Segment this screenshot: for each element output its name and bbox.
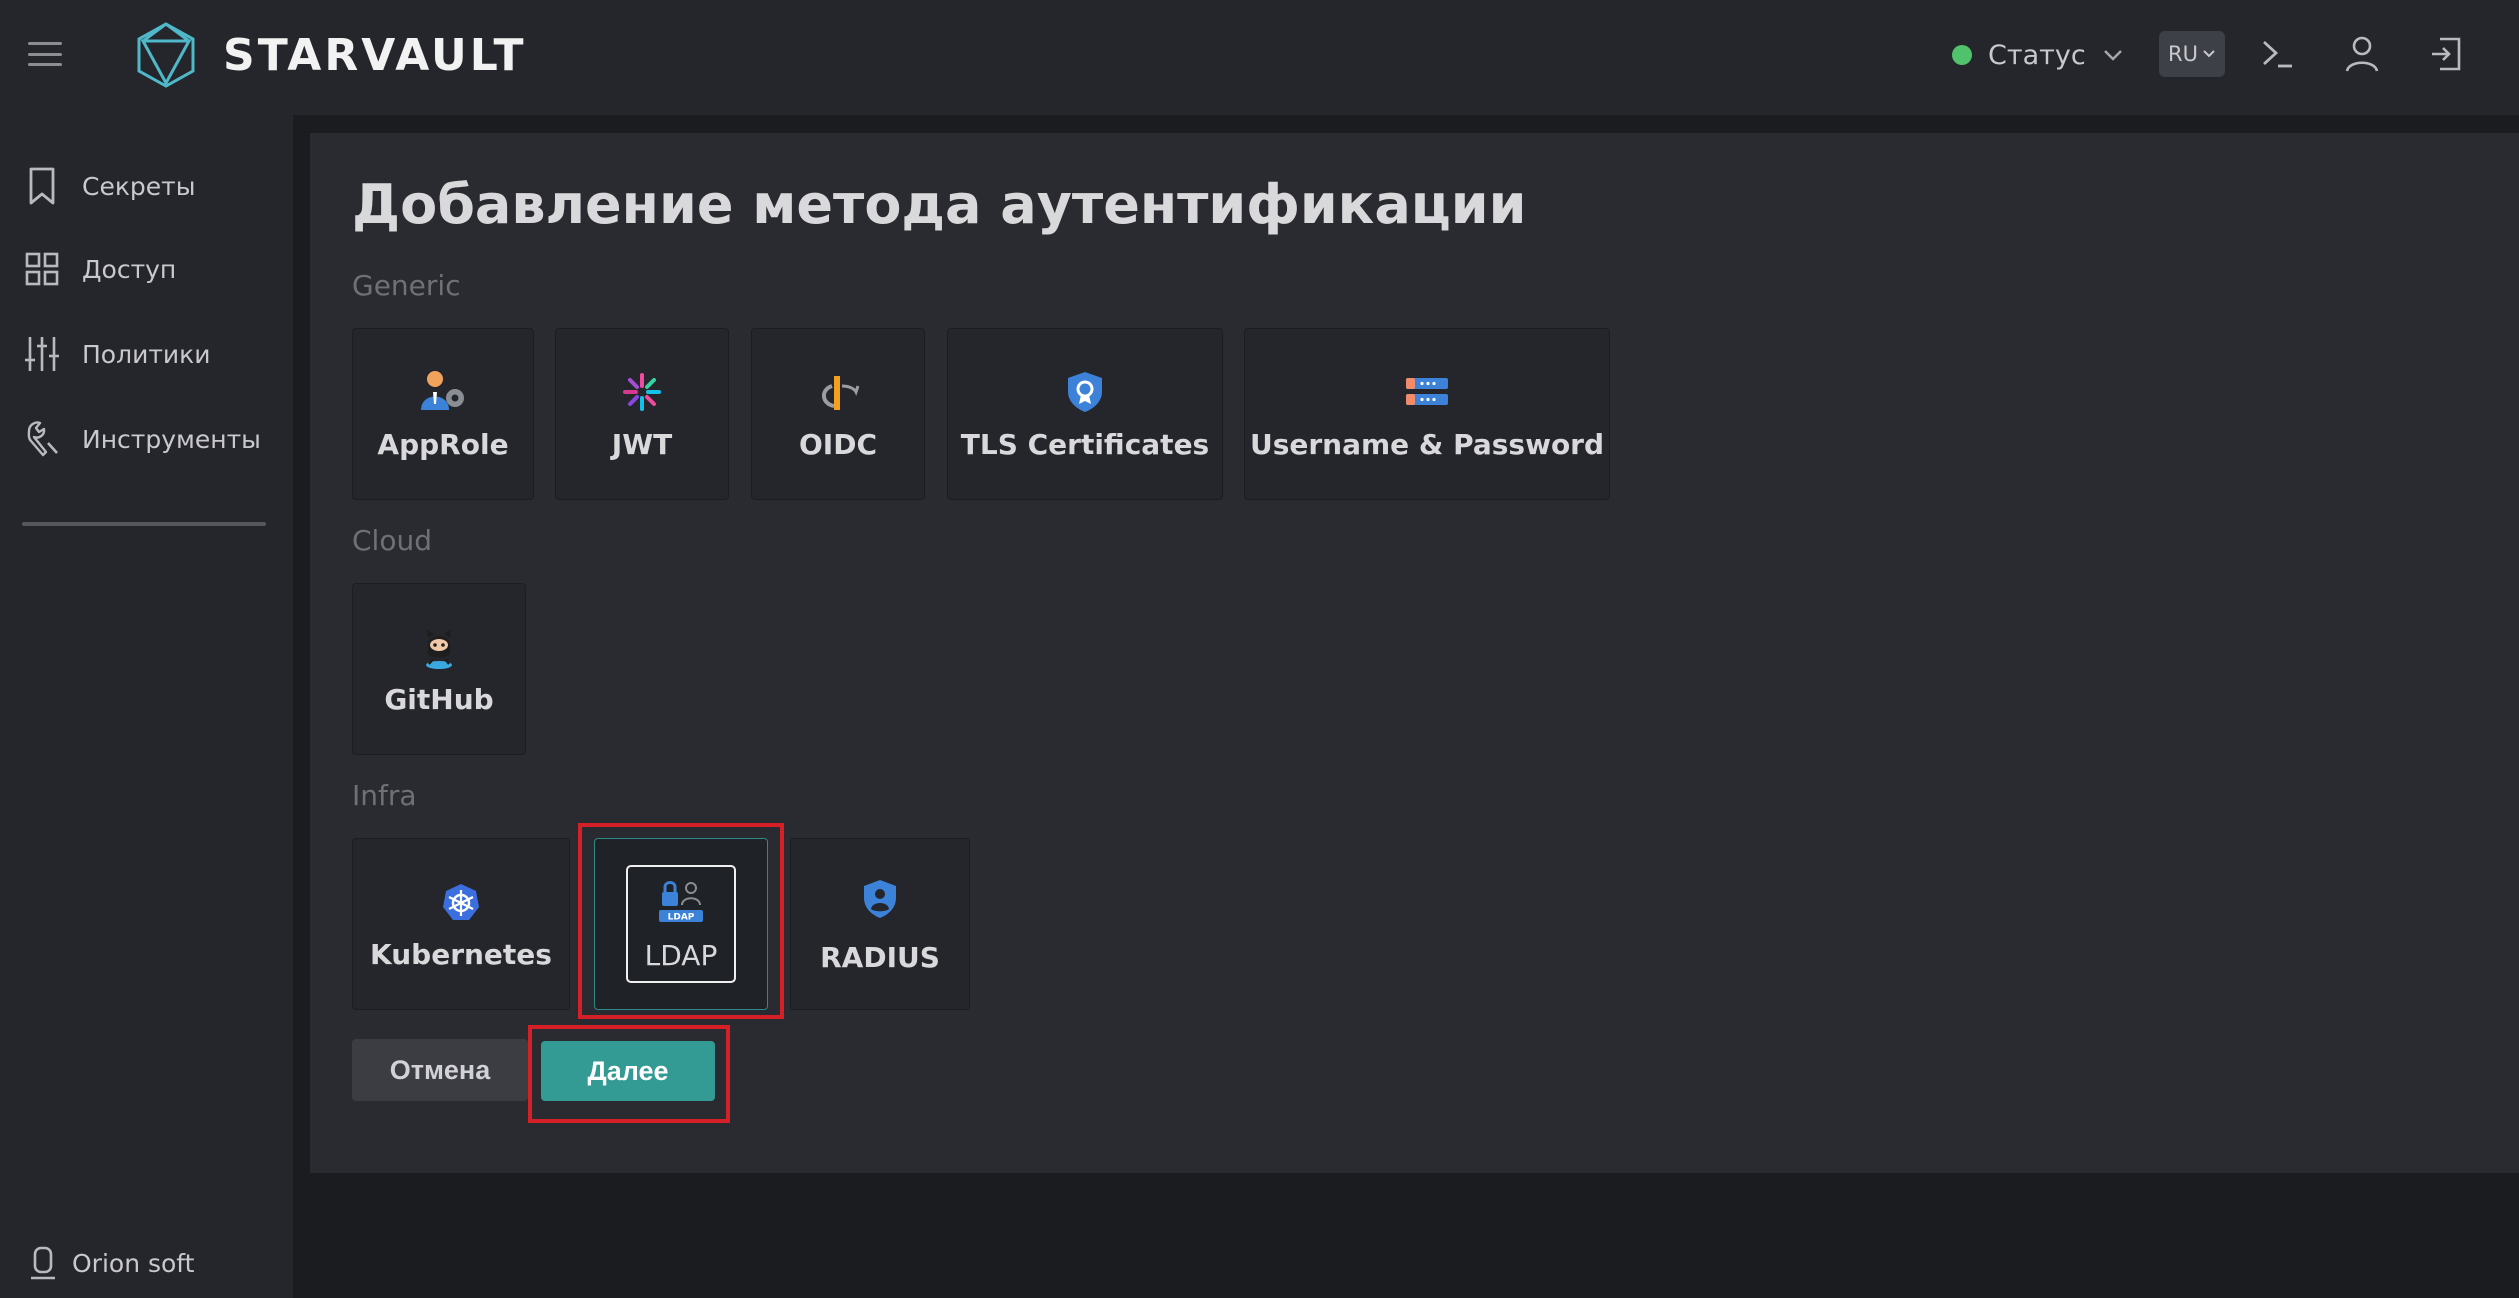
auth-method-github[interactable]: GitHub	[352, 583, 526, 755]
userpass-icon	[1403, 368, 1451, 416]
tools-icon	[27, 421, 58, 457]
user-icon[interactable]	[2340, 32, 2384, 76]
status-label: Статус	[1988, 39, 2086, 71]
sidebar-item-label: Политики	[82, 339, 211, 369]
auth-method-name: LDAP	[644, 938, 718, 972]
kubernetes-icon	[437, 878, 485, 926]
status-indicator	[1952, 45, 1972, 65]
logout-icon[interactable]	[2424, 32, 2468, 76]
terminal-icon[interactable]	[2256, 32, 2300, 76]
github-icon	[415, 623, 463, 671]
next-button[interactable]: Далее	[541, 1041, 715, 1101]
oidc-icon	[814, 368, 862, 416]
chevron-down-icon	[2103, 50, 2122, 61]
auth-method-name: OIDC	[798, 427, 877, 461]
bookmark-icon	[29, 167, 55, 205]
section-label-cloud: Cloud	[352, 524, 432, 557]
auth-method-username-password[interactable]: Username & Password	[1244, 328, 1610, 500]
top-header: STARVAULT Статус RU	[0, 0, 2519, 115]
status-dropdown[interactable]: Статус	[1952, 34, 2124, 76]
auth-method-name: TLS Certificates	[960, 427, 1210, 461]
auth-method-name: RADIUS	[820, 940, 940, 974]
auth-method-name: Username & Password	[1249, 427, 1605, 461]
brand-logo[interactable]: STARVAULT	[135, 20, 526, 90]
chevron-down-icon	[2203, 50, 2215, 58]
auth-method-tls-certificates[interactable]: TLS Certificates	[947, 328, 1223, 500]
auth-method-name: Kubernetes	[370, 937, 552, 971]
brand-name: STARVAULT	[223, 29, 527, 81]
ldap-selection-frame: LDAP LDAP	[626, 865, 736, 983]
sidebar-item-label: Секреты	[82, 171, 196, 201]
sliders-icon	[25, 337, 59, 371]
auth-method-name: AppRole	[377, 427, 509, 461]
sidebar-item-label: Доступ	[82, 254, 177, 284]
sidebar: Секреты Доступ Политики Инструменты Orio…	[0, 115, 293, 1298]
section-label-generic: Generic	[352, 269, 461, 302]
ldap-icon: LDAP	[657, 877, 705, 925]
cancel-button[interactable]: Отмена	[352, 1039, 528, 1101]
sidebar-footer[interactable]: Orion soft	[28, 1240, 194, 1286]
sidebar-item-label: Инструменты	[82, 424, 261, 454]
sidebar-item-access[interactable]: Доступ	[24, 239, 284, 299]
auth-method-ldap[interactable]: LDAP LDAP	[594, 838, 768, 1010]
certificate-icon	[1061, 368, 1109, 416]
language-selector[interactable]: RU	[2159, 31, 2225, 77]
jwt-icon	[618, 368, 666, 416]
sidebar-divider	[22, 522, 266, 526]
auth-method-radius[interactable]: RADIUS	[790, 838, 970, 1010]
auth-method-name: JWT	[611, 427, 673, 461]
sidebar-item-tools[interactable]: Инструменты	[24, 409, 284, 469]
radius-icon	[856, 875, 904, 923]
sidebar-item-secrets[interactable]: Секреты	[24, 156, 284, 216]
main-content: Добавление метода аутентификации Generic…	[310, 133, 2519, 1173]
page-title: Добавление метода аутентификации	[352, 173, 1527, 236]
grid-icon	[25, 252, 59, 286]
auth-method-jwt[interactable]: JWT	[555, 328, 729, 500]
auth-method-approle[interactable]: AppRole	[352, 328, 534, 500]
sidebar-footer-label: Orion soft	[72, 1248, 195, 1278]
menu-icon[interactable]	[28, 42, 62, 66]
logo-icon	[137, 22, 195, 88]
section-label-infra: Infra	[352, 779, 417, 812]
auth-method-kubernetes[interactable]: Kubernetes	[352, 838, 570, 1010]
sidebar-item-policies[interactable]: Политики	[24, 324, 284, 384]
ldap-icon-text: LDAP	[668, 912, 695, 922]
orion-logo-icon	[31, 1246, 55, 1280]
auth-method-oidc[interactable]: OIDC	[751, 328, 925, 500]
approle-icon	[419, 368, 467, 416]
auth-method-name: GitHub	[384, 682, 494, 716]
language-label: RU	[2168, 42, 2198, 66]
